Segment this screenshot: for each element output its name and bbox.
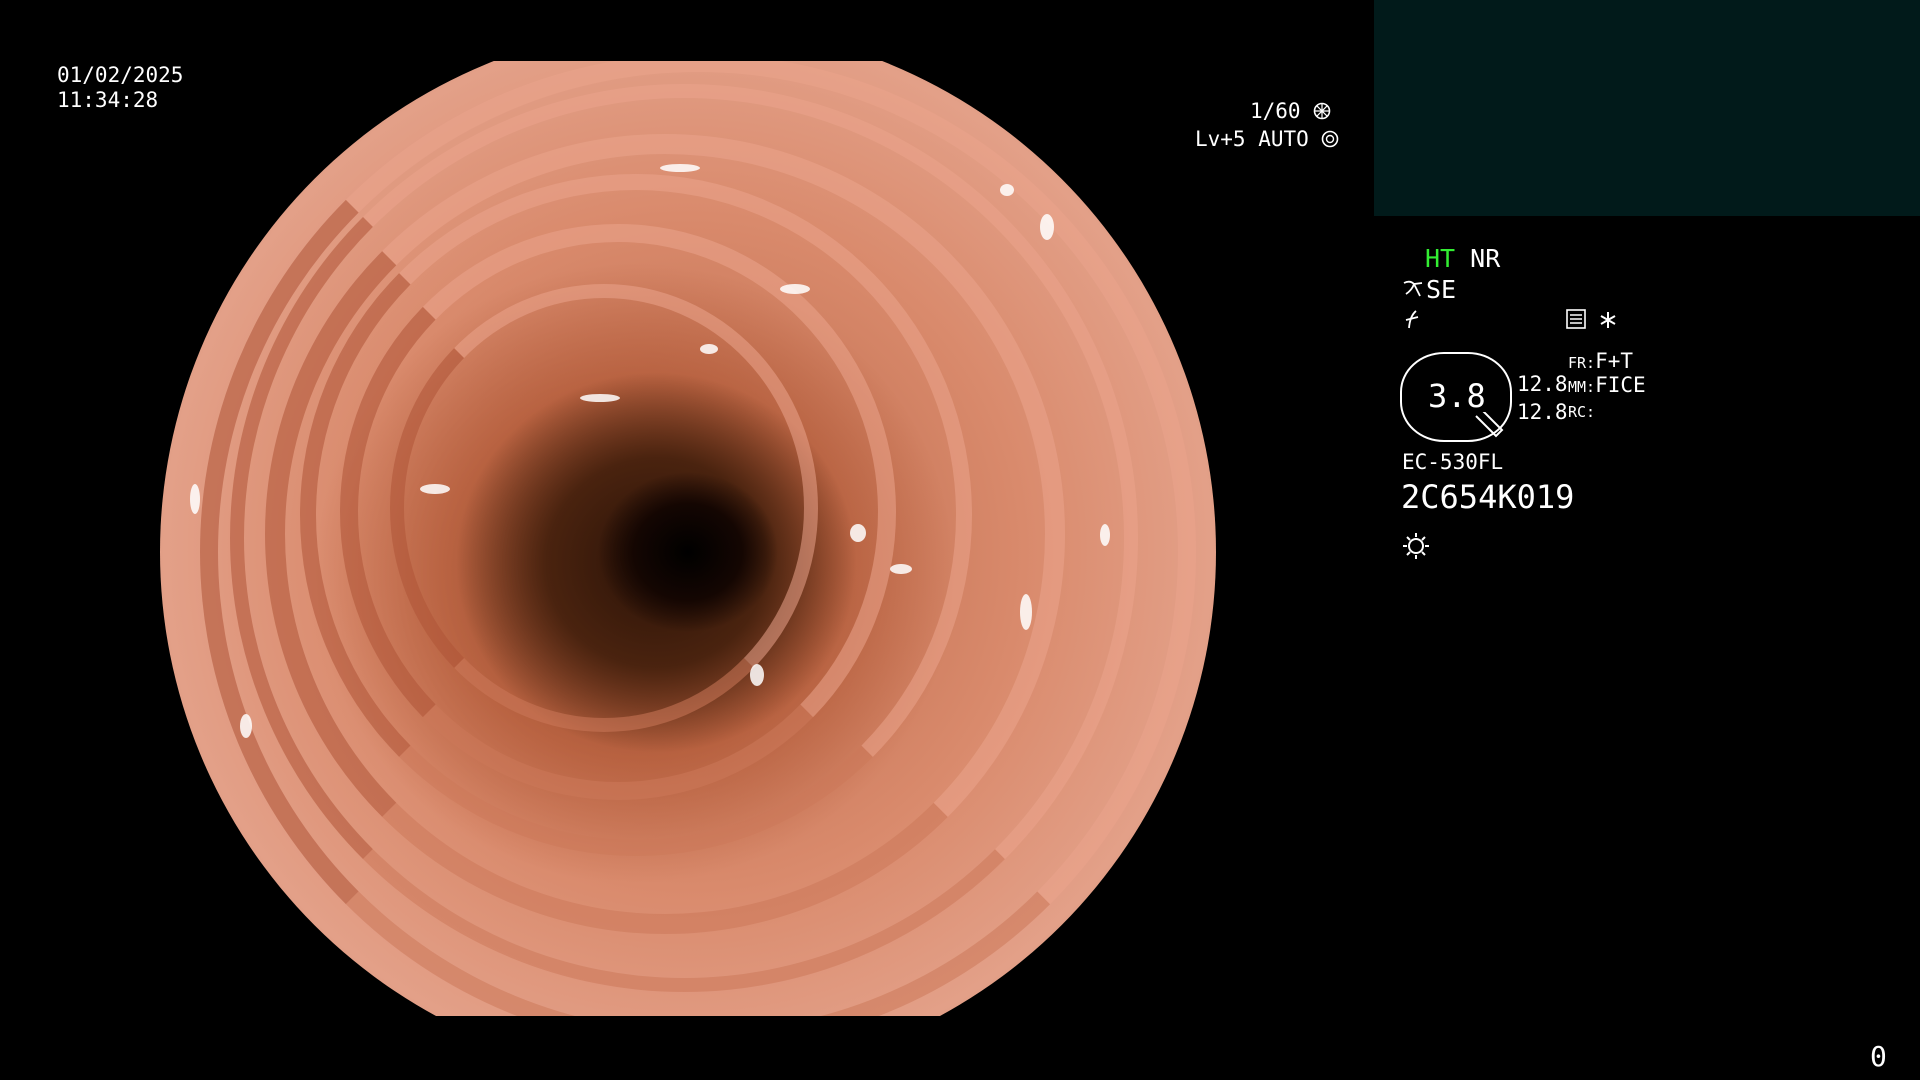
rc-setting: RC:	[1568, 404, 1595, 420]
zoom-indicator: 3.8	[1400, 352, 1512, 442]
brightness-icon	[1401, 531, 1431, 561]
specular-highlight	[1020, 594, 1032, 630]
se-mode: SE	[1426, 275, 1457, 304]
auto-iris-icon	[1321, 130, 1339, 148]
zoom-value: 3.8	[1428, 377, 1486, 415]
exposure-mode: Lv+5 AUTO	[1195, 129, 1339, 150]
specular-highlight	[240, 714, 252, 738]
specular-highlight	[1100, 524, 1110, 546]
zoom-line-2: 12.8	[1517, 400, 1568, 424]
memory-icon	[1565, 308, 1587, 330]
specular-highlight	[780, 284, 810, 294]
specular-highlight	[420, 484, 450, 494]
scope-model: EC-530FL	[1402, 450, 1504, 474]
date-label: 01/02/2025	[57, 63, 184, 87]
se-icon	[1402, 278, 1426, 300]
thumbnail-panel	[1374, 0, 1920, 216]
specular-highlight	[750, 664, 764, 686]
mode-line-se: SE	[1402, 277, 1456, 302]
fr-value: F+T	[1595, 349, 1634, 373]
enhance-icon	[1402, 308, 1424, 330]
specular-highlight	[360, 84, 400, 92]
mm-setting: MM:FICE	[1568, 375, 1646, 396]
specular-highlight	[580, 394, 620, 402]
endoscope-view	[160, 61, 1216, 1016]
nr-mode: NR	[1470, 244, 1501, 273]
rc-label: RC:	[1568, 403, 1596, 421]
specular-highlight	[700, 344, 718, 354]
frame-counter: 0	[1870, 1040, 1887, 1073]
mode-line-ht-nr: HT NR	[1425, 246, 1500, 271]
mm-value: FICE	[1595, 373, 1646, 397]
fr-label: FR:	[1568, 354, 1596, 372]
zoom-probe-icon	[1475, 412, 1504, 438]
mm-label: MM:	[1568, 378, 1596, 396]
specular-highlight	[1000, 184, 1014, 196]
ht-mode: HT	[1425, 244, 1456, 273]
shutter-icon	[1313, 102, 1331, 120]
specular-highlight	[660, 164, 700, 172]
fr-setting: FR:F+T	[1568, 351, 1633, 372]
specular-highlight	[850, 524, 866, 542]
zoom-line-1: 12.8	[1517, 372, 1568, 396]
level-value: Lv+5	[1195, 127, 1246, 151]
specular-highlight	[890, 564, 912, 574]
time-label: 11:34:28	[57, 88, 159, 112]
shutter-speed: 1/60	[1250, 101, 1331, 122]
specular-highlight	[1040, 214, 1054, 240]
shutter-value: 1/60	[1250, 99, 1301, 123]
mode-value: AUTO	[1258, 127, 1309, 151]
specular-highlight	[190, 484, 200, 514]
asterisk-icon	[1598, 310, 1618, 330]
scope-serial: 2C654K019	[1401, 478, 1575, 516]
